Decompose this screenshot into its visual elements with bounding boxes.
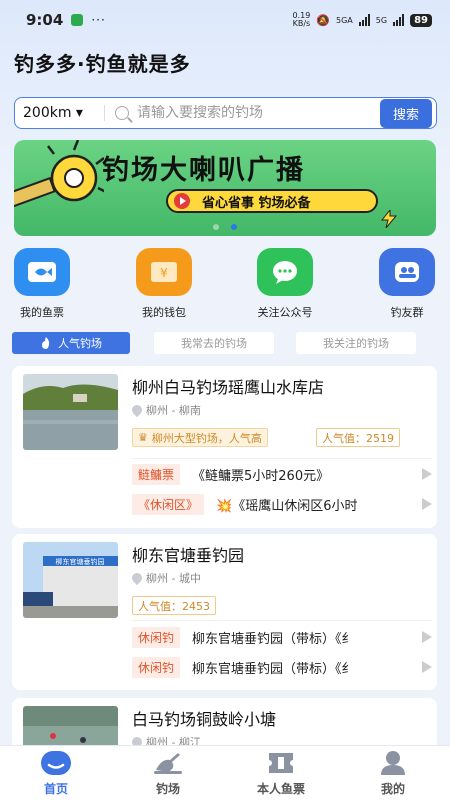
mute-icon: 🔕 bbox=[316, 13, 331, 27]
quick-menu: 我的鱼票 ¥ 我的钱包 关注公众号 钓友群 bbox=[0, 248, 450, 323]
megaphone-icon bbox=[14, 140, 104, 214]
distance-selector[interactable]: 200km ▾ bbox=[23, 105, 105, 121]
fish-ticket-icon bbox=[14, 248, 70, 296]
nav-label: 钓场 bbox=[155, 782, 180, 796]
quick-item-fish-ticket[interactable]: 我的鱼票 bbox=[2, 248, 82, 320]
ticket-icon bbox=[265, 750, 297, 776]
nav-label: 我的 bbox=[380, 782, 405, 796]
banner-slogan: 省心省事 钓场必备 bbox=[166, 189, 378, 213]
sim-icon bbox=[71, 14, 84, 26]
ticket-row[interactable]: 休闲钓 柳东官塘垂钓园（带标）《纟 bbox=[132, 626, 432, 648]
tab-popular[interactable]: 人气钓场 bbox=[12, 332, 130, 354]
carousel-dot-2[interactable] bbox=[231, 224, 237, 230]
network-speed: 0.19 KB/s bbox=[292, 11, 311, 28]
signal-icon bbox=[358, 14, 370, 26]
spot-card[interactable]: 柳东官塘垂钓园 柳东官塘垂钓园 柳州 - 城中 人气值：2453 休闲钓 柳东官… bbox=[12, 534, 437, 690]
nav-fishing-spot[interactable]: 钓场 bbox=[123, 750, 213, 797]
ticket-row[interactable]: 休闲钓 柳东官塘垂钓园（带标）《纟 bbox=[132, 656, 432, 678]
ticket-text: 《鲢鳙票5小时260元》 bbox=[192, 468, 330, 484]
ticket-row[interactable]: 《休闲区》 💥《瑶鹰山休闲区6小时 bbox=[132, 493, 432, 515]
banner-headline: 钓场大喇叭广播 bbox=[102, 155, 305, 186]
group-icon bbox=[379, 248, 435, 296]
spot-location: 柳州 - 柳南 bbox=[129, 402, 201, 418]
location-pin-icon bbox=[129, 402, 145, 418]
chevron-right-icon bbox=[422, 661, 432, 673]
signal-icon-2 bbox=[393, 14, 405, 26]
battery-indicator: 89 bbox=[410, 13, 432, 27]
quick-item-wechat[interactable]: 关注公众号 bbox=[245, 248, 325, 320]
status-time: 9:04 bbox=[26, 11, 64, 29]
profile-icon bbox=[377, 750, 409, 776]
crown-icon: ♛ bbox=[138, 431, 148, 444]
ticket-tag: 休闲钓 bbox=[132, 626, 181, 648]
spot-feature-badge: ♛ 柳州大型钓场，人气高 bbox=[132, 428, 268, 447]
spot-card[interactable]: 柳州白马钓场瑶鹰山水库店 柳州 - 柳南 ♛ 柳州大型钓场，人气高 人气值：25… bbox=[12, 366, 437, 528]
chevron-right-icon bbox=[422, 468, 432, 480]
ticket-tag: 《休闲区》 bbox=[132, 493, 205, 515]
wallet-icon: ¥ bbox=[136, 248, 192, 296]
status-bar: 9:04 ··· 0.19 KB/s 🔕 5GA 5G 89 bbox=[0, 0, 450, 40]
ticket-text: 柳东官塘垂钓园（带标）《纟 bbox=[192, 661, 355, 677]
play-icon bbox=[174, 193, 190, 209]
popularity-badge: 人气值：2453 bbox=[132, 596, 216, 615]
home-icon bbox=[40, 750, 72, 776]
bottom-navigation: 首页 钓场 本人鱼票 我的 bbox=[0, 745, 450, 800]
ticket-tag: 休闲钓 bbox=[132, 656, 181, 678]
chevron-right-icon bbox=[422, 498, 432, 510]
spot-name: 柳州白马钓场瑶鹰山水库店 bbox=[132, 378, 325, 397]
tab-followed[interactable]: 我关注的钓场 bbox=[296, 332, 416, 354]
spot-name: 白马钓场铜鼓岭小塘 bbox=[132, 710, 277, 729]
more-notifications-icon: ··· bbox=[91, 13, 106, 27]
lightning-icon bbox=[380, 210, 398, 228]
search-bar: 200km ▾ 搜索 bbox=[14, 97, 437, 129]
spot-thumbnail: 柳东官塘垂钓园 bbox=[23, 542, 118, 618]
ticket-text: 💥《瑶鹰山休闲区6小时 bbox=[216, 498, 358, 514]
ticket-tag: 鲢鳙票 bbox=[132, 463, 181, 485]
nav-label: 本人鱼票 bbox=[256, 782, 305, 796]
fishing-spot-icon bbox=[152, 750, 184, 776]
divider bbox=[132, 620, 432, 621]
quick-item-wallet[interactable]: ¥ 我的钱包 bbox=[124, 248, 204, 320]
nav-profile[interactable]: 我的 bbox=[348, 750, 438, 797]
banner-carousel[interactable]: 钓场大喇叭广播 省心省事 钓场必备 bbox=[14, 140, 436, 236]
quick-label: 我的钱包 bbox=[142, 306, 186, 319]
svg-text:¥: ¥ bbox=[160, 266, 168, 280]
wechat-icon bbox=[257, 248, 313, 296]
search-button[interactable]: 搜索 bbox=[379, 98, 432, 128]
nav-label: 首页 bbox=[43, 782, 68, 796]
carousel-dot-1[interactable] bbox=[213, 224, 219, 230]
flame-icon bbox=[42, 337, 50, 349]
network-type-2: 5G bbox=[375, 15, 388, 25]
network-type-1: 5GA bbox=[336, 15, 353, 25]
search-icon bbox=[115, 106, 129, 120]
ticket-text: 柳东官塘垂钓园（带标）《纟 bbox=[192, 631, 355, 647]
quick-label: 关注公众号 bbox=[257, 306, 313, 319]
popularity-badge: 人气值：2519 bbox=[316, 428, 400, 447]
ticket-row[interactable]: 鲢鳙票 《鲢鳙票5小时260元》 bbox=[132, 463, 432, 485]
chevron-right-icon bbox=[422, 631, 432, 643]
divider bbox=[132, 458, 432, 459]
quick-label: 我的鱼票 bbox=[20, 306, 64, 319]
search-input[interactable] bbox=[137, 105, 380, 121]
nav-my-tickets[interactable]: 本人鱼票 bbox=[236, 750, 326, 797]
quick-label: 钓友群 bbox=[390, 306, 424, 319]
quick-item-group[interactable]: 钓友群 bbox=[367, 248, 447, 320]
spot-thumbnail bbox=[23, 374, 118, 450]
tab-frequent[interactable]: 我常去的钓场 bbox=[154, 332, 274, 354]
location-pin-icon bbox=[129, 570, 145, 586]
spot-location: 柳州 - 城中 bbox=[129, 570, 201, 586]
nav-home[interactable]: 首页 bbox=[11, 750, 101, 797]
tab-bar: 人气钓场 我常去的钓场 我关注的钓场 bbox=[12, 332, 437, 354]
svg-text:柳东官塘垂钓园: 柳东官塘垂钓园 bbox=[56, 557, 105, 566]
app-title: 钓多多·钓鱼就是多 bbox=[14, 52, 191, 76]
spot-name: 柳东官塘垂钓园 bbox=[132, 546, 245, 565]
